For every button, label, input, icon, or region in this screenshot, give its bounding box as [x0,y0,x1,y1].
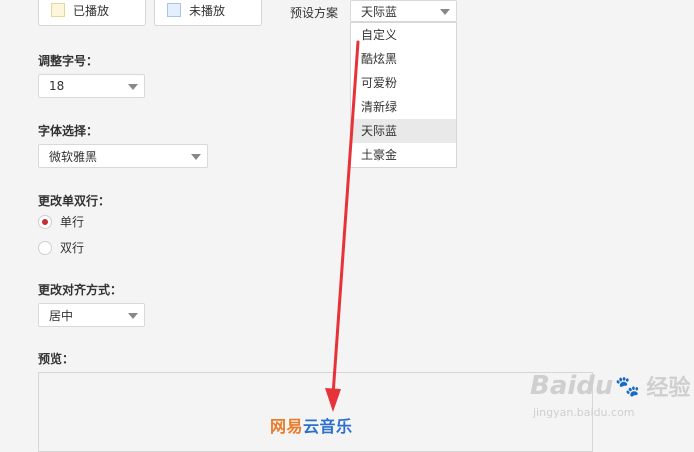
watermark-sub: 经验 [646,376,691,401]
watermark-brand: Baidu [530,371,614,401]
watermark-url: jingyan.baidu.com [533,406,635,419]
paw-icon: 🐾 [615,374,641,398]
baidu-watermark: Baidu 🐾 经验 [530,370,690,402]
